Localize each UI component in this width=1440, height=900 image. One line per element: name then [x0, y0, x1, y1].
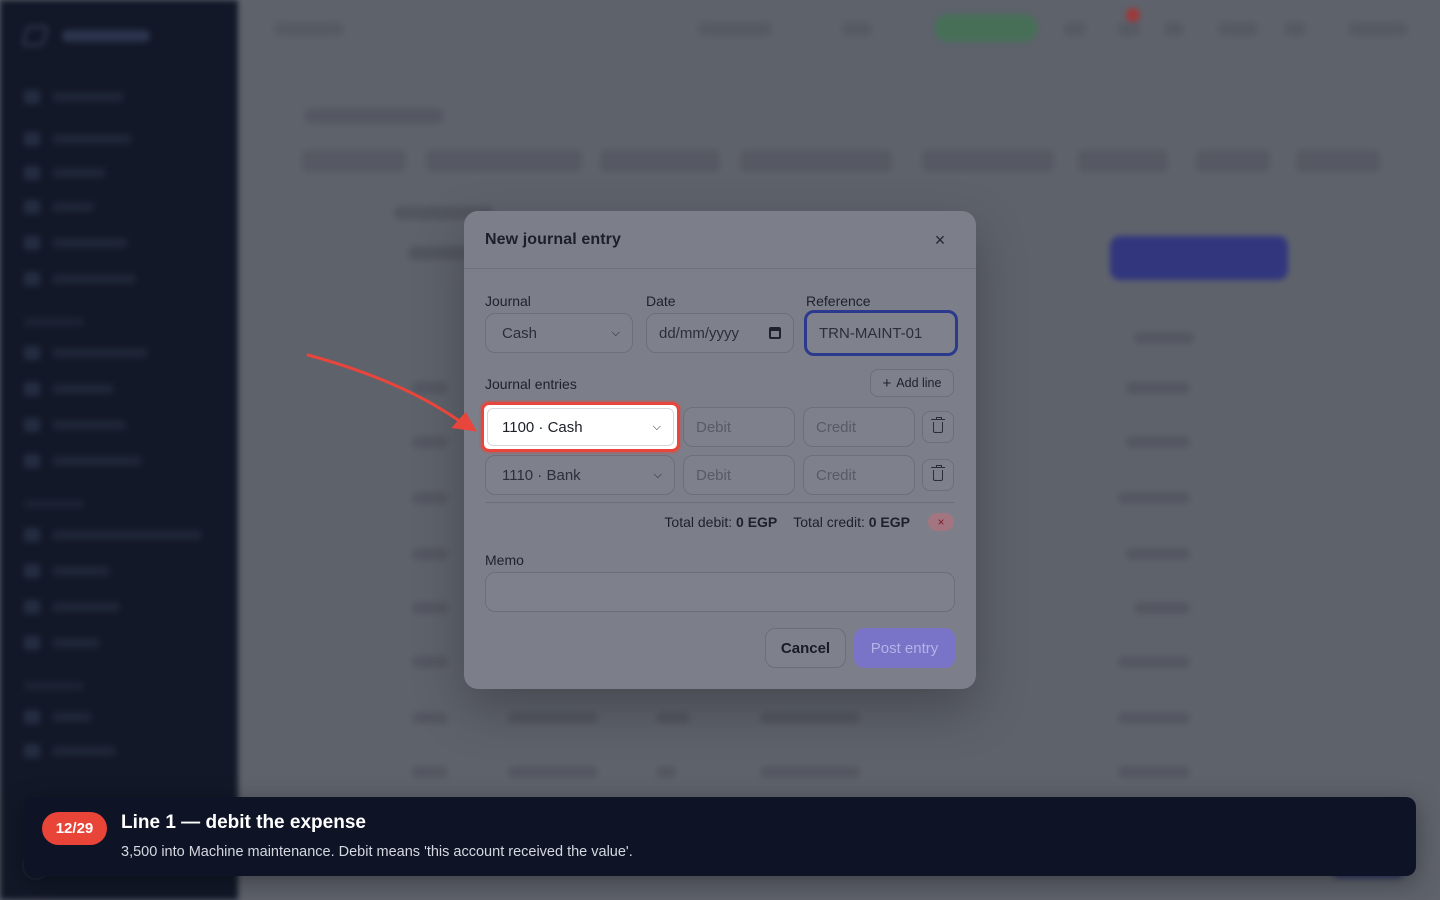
date-placeholder: dd/mm/yyyy — [659, 324, 740, 342]
total-credit: Total credit: 0 EGP — [793, 514, 910, 530]
line-2-credit-placeholder: Credit — [816, 466, 857, 484]
reference-value: TRN-MAINT-01 — [819, 324, 923, 342]
line-2-debit-input[interactable]: Debit — [683, 455, 795, 495]
memo-input[interactable] — [485, 572, 955, 612]
line-2-account-select[interactable]: 1110 · Bank ⌵ — [485, 455, 675, 495]
unbalanced-status-icon: × — [928, 513, 954, 531]
line-1-account-value: 1100 · Cash — [502, 418, 583, 436]
chevron-down-icon: ⌵ — [652, 420, 661, 433]
plus-icon: + — [882, 374, 892, 392]
chevron-down-icon: ⌵ — [653, 468, 662, 481]
memo-label: Memo — [485, 552, 524, 568]
chevron-down-icon: ⌵ — [611, 326, 620, 339]
calendar-icon[interactable] — [769, 327, 781, 339]
line-1-debit-placeholder: Debit — [696, 418, 732, 436]
add-line-button[interactable]: + Add line — [870, 369, 954, 397]
tour-step-title: Line 1 — debit the expense — [121, 812, 366, 833]
line-2-delete-button[interactable] — [922, 459, 954, 491]
trash-icon — [931, 416, 945, 433]
line-2-credit-input[interactable]: Credit — [803, 455, 915, 495]
journal-select-value: Cash — [502, 324, 538, 342]
line-1-credit-input[interactable]: Credit — [803, 407, 915, 447]
tour-step-bar: 12/29 Line 1 — debit the expense 3,500 i… — [24, 797, 1416, 876]
journal-label: Journal — [485, 293, 531, 309]
total-credit-label: Total credit: — [793, 514, 865, 530]
divider — [485, 502, 955, 503]
line-1-credit-placeholder: Credit — [816, 418, 857, 436]
reference-label: Reference — [806, 293, 871, 309]
modal-title: New journal entry — [485, 231, 621, 248]
journal-entry-modal: New journal entry × Journal Cash ⌵ Date … — [464, 211, 976, 689]
journal-select[interactable]: Cash ⌵ — [485, 313, 633, 353]
cancel-button[interactable]: Cancel — [765, 628, 846, 668]
line-1-delete-button[interactable] — [922, 411, 954, 443]
line-2-debit-placeholder: Debit — [696, 466, 732, 484]
total-debit-label: Total debit: — [664, 514, 733, 530]
step-counter-badge: 12/29 — [42, 812, 107, 845]
total-credit-value: 0 EGP — [868, 514, 910, 530]
journal-entries-label: Journal entries — [485, 376, 577, 392]
total-debit: Total debit: 0 EGP — [664, 514, 777, 530]
modal-header: New journal entry × — [464, 211, 976, 269]
line-1-debit-input[interactable]: Debit — [683, 407, 795, 447]
date-input[interactable]: dd/mm/yyyy — [646, 313, 794, 353]
total-debit-value: 0 EGP — [736, 514, 778, 530]
date-label: Date — [646, 293, 676, 309]
line-1-account-select[interactable]: 1100 · Cash ⌵ — [481, 402, 680, 452]
add-line-label: Add line — [896, 376, 942, 390]
post-entry-button[interactable]: Post entry — [854, 628, 955, 668]
line-2-account-value: 1110 · Bank — [502, 466, 581, 484]
reference-input[interactable]: TRN-MAINT-01 — [804, 310, 958, 356]
tour-step-description: 3,500 into Machine maintenance. Debit me… — [121, 844, 633, 860]
trash-icon — [931, 464, 945, 481]
close-icon[interactable]: × — [930, 230, 950, 250]
totals: Total debit: 0 EGP Total credit: 0 EGP — [664, 514, 910, 530]
